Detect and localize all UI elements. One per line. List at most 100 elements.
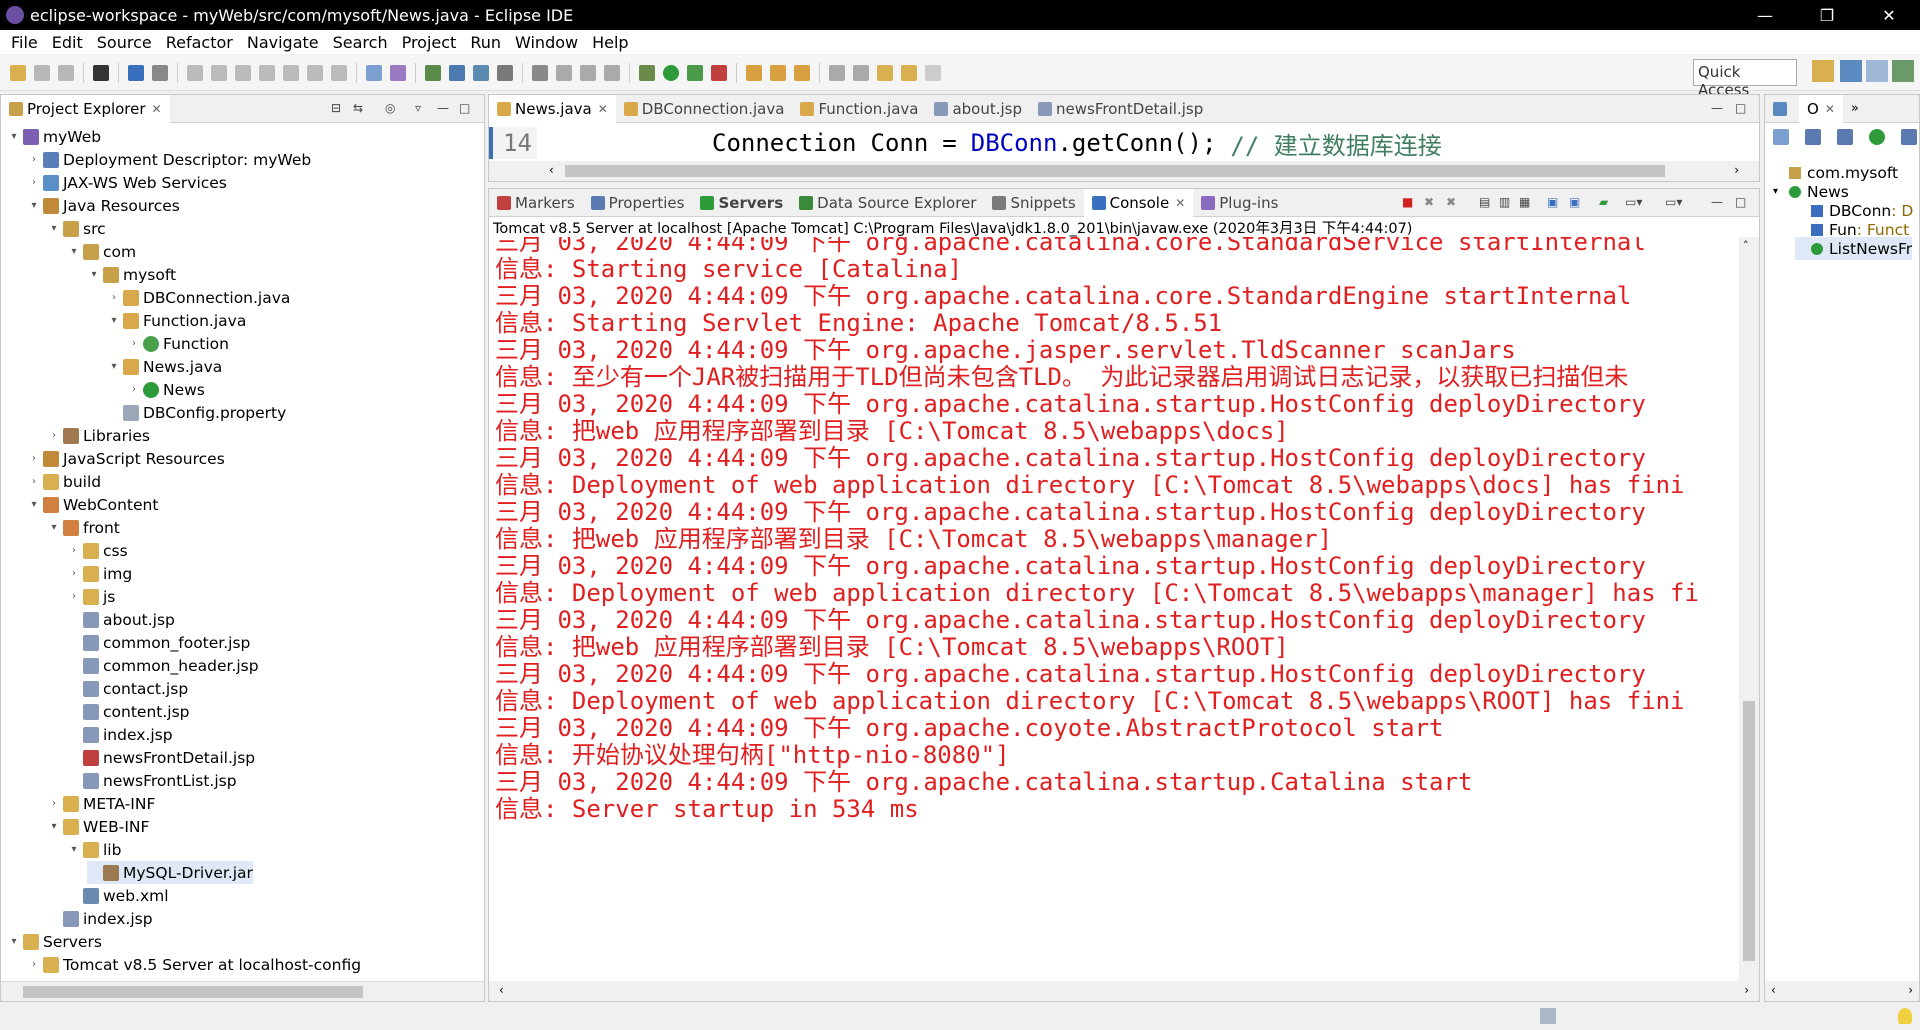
tree-item[interactable]: › css (67, 539, 128, 562)
save-all-icon[interactable] (58, 64, 74, 81)
maximize-button[interactable]: ❐ (1796, 0, 1858, 30)
editor-tab[interactable]: News.java ✕ (489, 94, 616, 123)
clear-console-icon[interactable]: ▤ (1479, 195, 1490, 209)
open-task-icon[interactable] (390, 64, 406, 81)
outline-item[interactable]: ListNewsFr (1795, 237, 1913, 260)
debug-perspective-icon[interactable] (1892, 60, 1914, 82)
close-icon[interactable]: ✕ (152, 102, 162, 116)
link-editor-icon[interactable]: ⇆ (353, 101, 363, 115)
close-icon[interactable]: ✕ (1175, 196, 1185, 210)
tree-item[interactable]: › Function (127, 332, 229, 355)
expanded-arrow-icon[interactable]: ▾ (27, 200, 41, 211)
remove-all-icon[interactable]: ✖ (1446, 195, 1456, 209)
external-tools-icon[interactable] (711, 64, 727, 81)
tree-item[interactable]: common_header.jsp (67, 654, 259, 677)
back-icon[interactable] (901, 64, 917, 81)
tree-item[interactable]: ▾ src (47, 217, 105, 240)
focus-icon[interactable]: ◎ (385, 101, 395, 115)
block-select-icon[interactable] (580, 64, 596, 81)
scroll-left-icon[interactable]: ‹ (499, 983, 504, 997)
show-whitespace-icon[interactable] (604, 64, 620, 81)
expanded-arrow-icon[interactable]: ▾ (107, 315, 121, 326)
terminate-icon[interactable] (235, 64, 251, 81)
pin-icon[interactable] (794, 64, 810, 81)
expanded-arrow-icon[interactable]: ▾ (107, 361, 121, 372)
next-annotation-icon[interactable] (829, 64, 845, 81)
tree-item[interactable]: › Libraries (47, 424, 150, 447)
scrollbar-thumb[interactable] (23, 986, 363, 998)
menu-help[interactable]: Help (585, 33, 635, 52)
scroll-left-icon[interactable]: ‹ (549, 163, 554, 177)
close-button[interactable]: ✕ (1858, 0, 1920, 30)
scroll-up-icon[interactable]: ˄ (1743, 239, 1749, 252)
remove-launch-icon[interactable]: ✖ (1424, 195, 1434, 209)
expanded-arrow-icon[interactable]: ▾ (87, 269, 101, 280)
skip-breakpoints-icon[interactable] (152, 64, 168, 81)
expanded-arrow-icon[interactable]: ▾ (47, 821, 61, 832)
tree-item[interactable]: › JAX-WS Web Services (27, 171, 227, 194)
scroll-left-icon[interactable]: ‹ (1771, 983, 1776, 997)
forward-icon[interactable] (925, 64, 941, 81)
terminal-icon[interactable] (128, 64, 144, 81)
open-perspective-icon[interactable] (1812, 60, 1834, 82)
editor-tab[interactable]: about.jsp (926, 95, 1030, 123)
tree-item[interactable]: content.jsp (67, 700, 190, 723)
expanded-arrow-icon[interactable]: ▾ (7, 131, 21, 142)
pin-console-icon[interactable]: ▰ (1599, 195, 1608, 209)
tree-item[interactable]: › img (67, 562, 132, 585)
collapsed-arrow-icon[interactable]: › (127, 338, 141, 349)
collapsed-arrow-icon[interactable]: › (127, 384, 141, 395)
tab-plug-ins[interactable]: Plug-ins (1193, 189, 1286, 217)
tree-item[interactable]: ▾ mysoft (87, 263, 176, 286)
tree-item[interactable]: › Tomcat v8.5 Server at localhost-config (27, 953, 361, 976)
minimize-view-icon[interactable]: — (1711, 101, 1723, 115)
editor-tab[interactable]: DBConnection.java (616, 95, 793, 123)
code-line[interactable]: 14 Connection Conn = DBConn .getConn(); … (489, 127, 1759, 160)
menu-project[interactable]: Project (395, 33, 464, 52)
expanded-arrow-icon[interactable]: ▾ (7, 936, 21, 947)
tab-console[interactable]: Console ✕ (1083, 188, 1194, 217)
open-folder-icon[interactable] (746, 64, 762, 81)
new-server-icon[interactable] (425, 64, 441, 81)
collapsed-arrow-icon[interactable]: › (107, 292, 121, 303)
hide-nonpublic-icon[interactable] (1869, 129, 1885, 145)
highlight-icon[interactable] (556, 64, 572, 81)
tree-item[interactable]: ▾ com (67, 240, 136, 263)
tree-item[interactable]: ▾ front (47, 516, 119, 539)
editor-tab[interactable]: newsFrontDetail.jsp (1030, 95, 1211, 123)
maximize-view-icon[interactable]: □ (1735, 101, 1746, 115)
scrollbar-thumb[interactable] (565, 165, 1665, 177)
hide-static-icon[interactable] (1837, 129, 1853, 145)
console-hscroll[interactable]: ‹ › (489, 981, 1759, 1001)
step-return-icon[interactable] (331, 64, 347, 81)
close-icon[interactable]: ✕ (598, 102, 608, 116)
java-perspective-icon[interactable] (1866, 60, 1888, 82)
annotation-icon[interactable] (532, 64, 548, 81)
prev-annotation-icon[interactable] (853, 64, 869, 81)
vertical-scrollbar[interactable]: ˄ (1739, 237, 1759, 981)
tree-item[interactable]: › js (67, 585, 115, 608)
display-console-icon[interactable]: ▭▾ (1625, 195, 1642, 209)
menu-run[interactable]: Run (463, 33, 508, 52)
menu-source[interactable]: Source (90, 33, 159, 52)
scrollbar-thumb[interactable] (1743, 701, 1755, 961)
profile-icon[interactable] (93, 64, 109, 81)
menu-edit[interactable]: Edit (45, 33, 90, 52)
disconnect-icon[interactable] (259, 64, 275, 81)
hide-local-types-icon[interactable] (1901, 129, 1917, 145)
collapsed-arrow-icon[interactable]: › (67, 545, 81, 556)
expanded-arrow-icon[interactable]: ▾ (1773, 186, 1787, 197)
scroll-right-icon[interactable]: › (1908, 983, 1913, 997)
tree-item[interactable]: ▾ Function.java (107, 309, 246, 332)
tab-markers[interactable]: Markers (489, 189, 583, 217)
tab-project-explorer[interactable]: Project Explorer ✕ (1, 94, 170, 123)
tree-item[interactable]: about.jsp (67, 608, 175, 631)
show-stderr-icon[interactable]: ▣ (1569, 195, 1580, 209)
tab-task-list[interactable] (1765, 95, 1799, 123)
minimize-view-icon[interactable]: — (1711, 195, 1723, 209)
step-into-icon[interactable] (283, 64, 299, 81)
collapsed-arrow-icon[interactable]: › (67, 568, 81, 579)
expanded-arrow-icon[interactable]: ▾ (47, 522, 61, 533)
last-edit-icon[interactable] (877, 64, 893, 81)
collapsed-arrow-icon[interactable]: › (27, 453, 41, 464)
